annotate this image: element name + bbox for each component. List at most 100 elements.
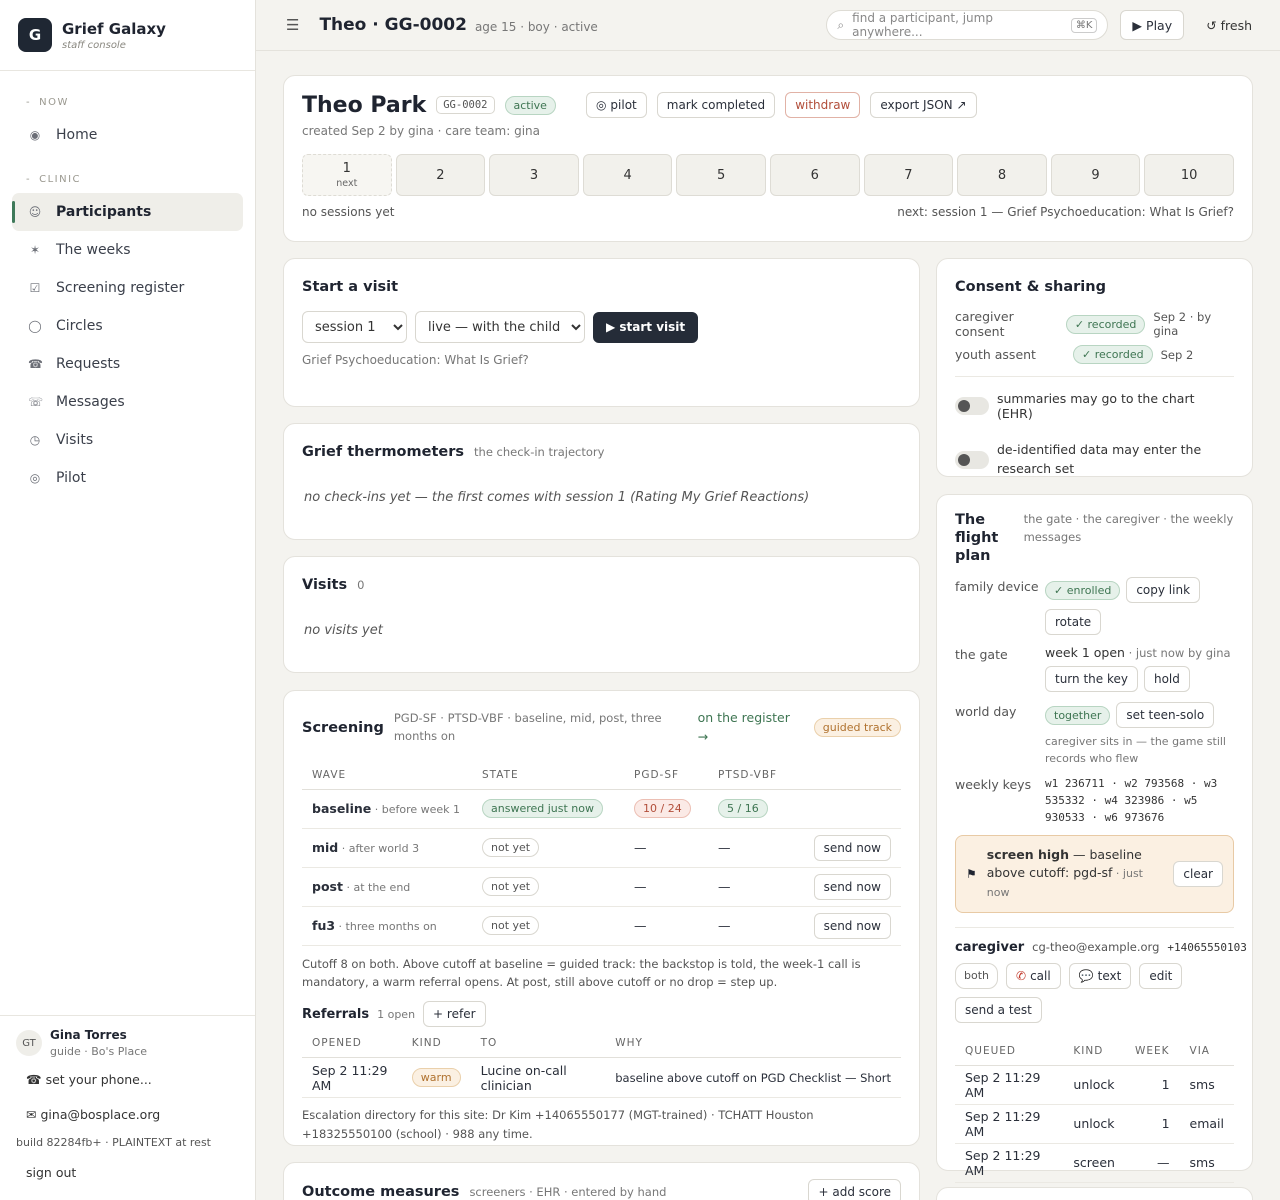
- withdraw-button[interactable]: withdraw: [785, 92, 861, 118]
- consent-card: Consent & sharing caregiver consent ✓ re…: [936, 258, 1253, 477]
- pilot-button[interactable]: ◎ pilot: [585, 92, 647, 118]
- nav-section-clinic[interactable]: - CLINIC: [0, 174, 255, 185]
- set-teen-solo-button[interactable]: set teen-solo: [1116, 702, 1215, 729]
- state-badge: not yet: [482, 877, 540, 896]
- register-link[interactable]: on the register →: [698, 709, 804, 747]
- text-button[interactable]: 💬 text: [1068, 962, 1132, 989]
- search-icon: ⌕: [837, 17, 845, 32]
- session-10[interactable]: 10: [1144, 154, 1234, 196]
- flight-plan-card: The flight plan the gate · the caregiver…: [936, 494, 1253, 1200]
- session-select[interactable]: session 1: [302, 311, 407, 343]
- send-now-button[interactable]: send now: [813, 912, 891, 939]
- add-score-button[interactable]: + add score: [808, 1179, 901, 1200]
- call-button[interactable]: ✆ call: [1006, 962, 1061, 989]
- table-row: Sep 2 11:29 AM screen — sms: [955, 1143, 1234, 1183]
- start-visit-card: Start a visit session 1 live — with the …: [283, 258, 920, 407]
- session-1[interactable]: 1 next: [302, 154, 392, 196]
- collapse-icon: -: [26, 97, 32, 108]
- screening-table: WAVE STATE PGD-SF PTSD-VBF baseline · be…: [302, 760, 901, 946]
- enrolled-badge: ✓ enrolled: [1045, 580, 1121, 600]
- table-row: post · at the end not yet — — send now: [302, 867, 901, 907]
- caregiver-phone: +14065550103: [1167, 940, 1247, 954]
- fresh-button[interactable]: ↺ fresh: [1206, 18, 1252, 33]
- user-panel: GT Gina Torres guide · Bo's Place ☎ set y…: [0, 1015, 255, 1198]
- turn-key-button[interactable]: turn the key: [1045, 666, 1138, 693]
- nav-item-home[interactable]: ◉ Home: [12, 116, 243, 154]
- referrals-table: OPENED KIND TO WHY Sep 2 11:29 AM warm L…: [302, 1029, 901, 1099]
- session-4[interactable]: 4: [582, 154, 673, 196]
- circle-icon: ◯: [28, 319, 42, 333]
- column-header: WAVE: [302, 760, 472, 790]
- thermometers-subtitle: the check-in trajectory: [474, 445, 605, 459]
- session-7[interactable]: 7: [863, 154, 954, 196]
- nav-item-requests[interactable]: ☎ Requests: [12, 345, 243, 383]
- session-9[interactable]: 9: [1050, 154, 1141, 196]
- star-icon: ✶: [29, 243, 41, 257]
- message-icon: ☏: [28, 395, 44, 409]
- thermometers-empty: no check-ins yet — the first comes with …: [304, 490, 810, 505]
- refresh-icon: ↺: [1206, 17, 1217, 33]
- no-sessions-text: no sessions yet: [302, 205, 395, 219]
- nav-item-visits[interactable]: ◷ Visits: [12, 421, 243, 459]
- table-row: mid · after world 3 not yet — — send now: [302, 828, 901, 868]
- queue-table: QUEUED KIND WEEK VIA Sep 2 11:29 AM unloc…: [955, 1036, 1234, 1200]
- nav-item-participants[interactable]: ☺ Participants: [12, 193, 243, 231]
- column-header: STATE: [472, 760, 624, 790]
- session-3[interactable]: 3: [489, 154, 579, 196]
- menu-icon[interactable]: ☰: [286, 16, 299, 34]
- play-icon: ▶: [1132, 17, 1143, 33]
- nav-item-pilot[interactable]: ◎ Pilot: [12, 459, 243, 497]
- rotate-button[interactable]: rotate: [1045, 609, 1102, 636]
- caregiver-email: cg-theo@example.org: [1032, 939, 1160, 954]
- set-phone-button[interactable]: ☎ set your phone...: [16, 1066, 162, 1093]
- send-test-button[interactable]: send a test: [955, 996, 1042, 1023]
- export-json-button[interactable]: export JSON ↗: [870, 92, 977, 118]
- nav-item-circles[interactable]: ◯ Circles: [12, 307, 243, 345]
- track-badge: guided track: [813, 718, 901, 738]
- nav-item-weeks[interactable]: ✶ The weeks: [12, 231, 243, 269]
- nav-item-messages[interactable]: ☏ Messages: [12, 383, 243, 421]
- kind-badge: warm: [411, 1068, 461, 1088]
- search-input[interactable]: ⌕ find a participant, jump anywhere... ⌘…: [826, 10, 1109, 40]
- session-5[interactable]: 5: [676, 154, 766, 196]
- session-2[interactable]: 2: [395, 154, 486, 196]
- referrals-count: 1 open: [377, 1007, 416, 1021]
- nav-item-screening-register[interactable]: ☑ Screening register: [12, 269, 243, 307]
- nav-section-now[interactable]: - NOW: [0, 97, 255, 108]
- build-info: build 82284fb+ · PLAINTEXT at rest: [16, 1136, 211, 1149]
- table-row: Sep 2 11:29 AM unlock 1 sms: [955, 1065, 1234, 1105]
- nav-list: ☺ Participants ✶ The weeks ☑ Screening regi…: [0, 193, 255, 497]
- outcome-title: Outcome measures: [302, 1184, 460, 1200]
- session-6[interactable]: 6: [769, 154, 860, 196]
- research-toggle[interactable]: [955, 450, 989, 469]
- hold-button[interactable]: hold: [1143, 666, 1190, 693]
- play-button[interactable]: ▶ Play: [1120, 10, 1185, 40]
- participants-icon: ☺: [28, 205, 42, 219]
- session-8[interactable]: 8: [957, 154, 1047, 196]
- score-badge: 10 / 24: [634, 799, 691, 818]
- clear-alert-button[interactable]: clear: [1173, 860, 1223, 887]
- column-header: VIA: [1179, 1036, 1234, 1066]
- shortcut-hint: ⌘K: [1070, 17, 1098, 33]
- edit-caregiver-button[interactable]: edit: [1139, 962, 1183, 989]
- sign-out-button[interactable]: sign out: [16, 1159, 86, 1186]
- ehr-toggle[interactable]: [955, 397, 989, 415]
- refer-button[interactable]: + refer: [423, 1001, 486, 1028]
- copy-link-button[interactable]: copy link: [1126, 577, 1201, 604]
- start-visit-button[interactable]: ▶ start visit: [593, 311, 699, 343]
- send-now-button[interactable]: send now: [813, 873, 891, 900]
- participant-code: GG-0002: [436, 96, 495, 114]
- mode-select[interactable]: live — with the child: [415, 311, 585, 343]
- mark-completed-button[interactable]: mark completed: [656, 92, 776, 118]
- table-row[interactable]: Sep 2 11:29 AM warm Lucine on-call clini…: [302, 1057, 901, 1099]
- chat-icon: 💬: [1078, 968, 1094, 983]
- phone-icon: ☎: [26, 1072, 42, 1087]
- column-header: QUEUED: [955, 1036, 1064, 1066]
- weekly-keys: w1 236711 · w2 793568 · w3 535332 · w4 3…: [1045, 777, 1218, 825]
- email-button[interactable]: ✉ gina@bosplace.org: [16, 1101, 170, 1128]
- screen-high-alert: ⚑ screen high — baseline above cutoff: p…: [955, 834, 1234, 913]
- brand: G Grief Galaxy staff console: [0, 0, 255, 71]
- send-now-button[interactable]: send now: [813, 834, 891, 861]
- column-header: WEEK: [1124, 1036, 1180, 1066]
- avatar: GT: [16, 1030, 42, 1056]
